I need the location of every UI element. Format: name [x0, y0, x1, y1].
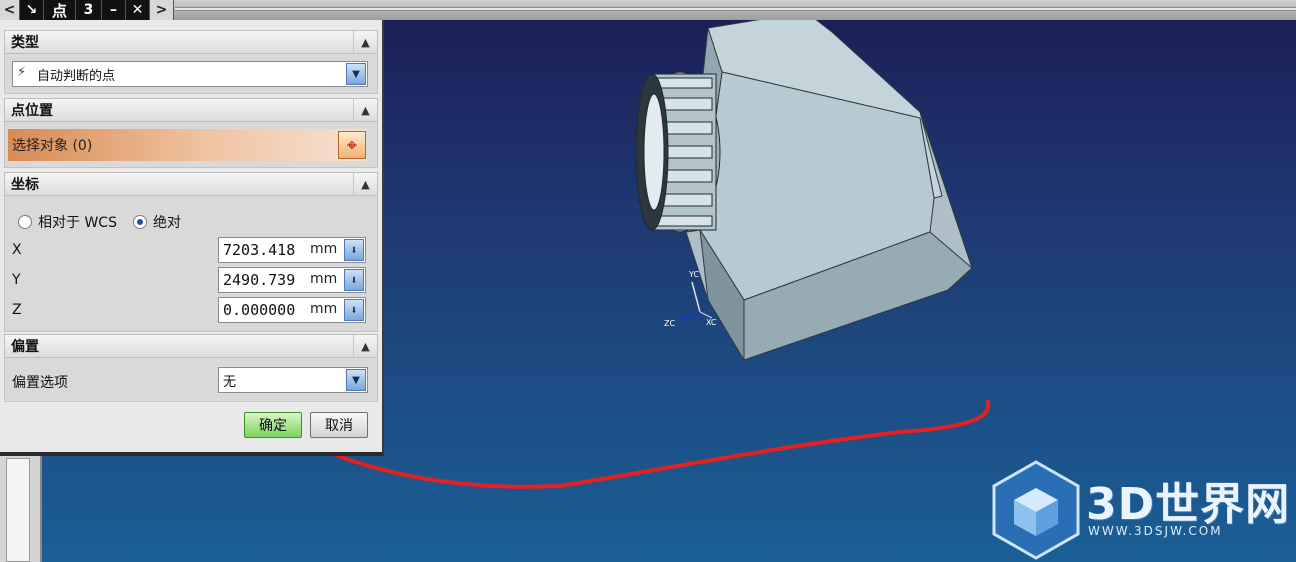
minimize-button[interactable]: –: [102, 0, 126, 20]
position-section-title: 点位置: [11, 103, 53, 119]
model-part[interactable]: [635, 11, 973, 362]
offset-section-title: 偏置: [11, 339, 39, 355]
x-label: X: [12, 242, 22, 258]
ok-button[interactable]: 确定: [244, 412, 302, 438]
radio-relative-wcs[interactable]: [18, 215, 32, 229]
collapse-icon[interactable]: ▲: [353, 173, 377, 195]
offset-option-value: 无: [223, 374, 237, 390]
top-title-strip: [0, 0, 1296, 20]
radio-absolute[interactable]: [133, 215, 147, 229]
y-value: 2490.739: [223, 271, 296, 289]
z-unit: mm: [310, 301, 338, 317]
select-object-label: 选择对象 (0): [12, 138, 93, 154]
type-dropdown-value: 自动判断的点: [37, 68, 116, 84]
close-button[interactable]: ✕: [126, 0, 150, 20]
x-menu-arrow-icon[interactable]: ⬇: [344, 239, 364, 261]
coords-section-header[interactable]: 坐标 ▲: [4, 172, 378, 196]
cancel-button[interactable]: 取消: [310, 412, 368, 438]
collapse-icon[interactable]: ▲: [353, 335, 377, 357]
type-dropdown[interactable]: ⚡ 自动判断的点 ▼: [12, 61, 368, 87]
collapse-icon[interactable]: ▲: [353, 31, 377, 53]
radio-absolute-label: 绝对: [153, 215, 181, 231]
axis-label-yc: YC: [688, 270, 699, 279]
coords-section-title: 坐标: [11, 177, 39, 193]
y-menu-arrow-icon[interactable]: ⬇: [344, 269, 364, 291]
x-unit: mm: [310, 241, 338, 257]
x-coordinate-input[interactable]: 7203.418 mm ⬇: [218, 237, 366, 263]
type-section-title: 类型: [11, 35, 39, 51]
axis-label-zc: ZC: [664, 319, 675, 328]
y-label: Y: [12, 272, 21, 288]
watermark-url: WWW.3DSJW.COM: [1088, 524, 1223, 538]
next-arrow-button[interactable]: >: [150, 0, 174, 20]
point-dialog: 类型 ▲ ⚡ 自动判断的点 ▼ 点位置 ▲ 选择对象 (0) ⌖ 坐标 ▲ 相对…: [0, 20, 384, 456]
point-constructor-icon[interactable]: ⌖: [338, 131, 366, 159]
axis-label-xc: XC: [706, 318, 717, 327]
collapse-icon[interactable]: ▲: [353, 99, 377, 121]
radio-relative-label: 相对于 WCS: [38, 215, 117, 231]
pin-icon[interactable]: ↘: [20, 0, 44, 20]
chevron-down-icon[interactable]: ▼: [346, 63, 366, 85]
offset-section-header[interactable]: 偏置 ▲: [4, 334, 378, 358]
x-value: 7203.418: [223, 241, 296, 259]
z-coordinate-input[interactable]: 0.000000 mm ⬇: [218, 297, 366, 323]
z-menu-arrow-icon[interactable]: ⬇: [344, 299, 364, 321]
dialog-title: 点: [44, 0, 76, 20]
y-unit: mm: [310, 271, 338, 287]
z-value: 0.000000: [223, 301, 296, 319]
offset-option-label: 偏置选项: [12, 375, 68, 391]
watermark-logo-icon: [992, 460, 1080, 560]
z-label: Z: [12, 302, 22, 318]
offset-option-dropdown[interactable]: 无 ▼: [218, 367, 368, 393]
position-section-header[interactable]: 点位置 ▲: [4, 98, 378, 122]
reset-icon[interactable]: 3: [76, 0, 102, 20]
y-coordinate-input[interactable]: 2490.739 mm ⬇: [218, 267, 366, 293]
left-dock: [0, 450, 42, 562]
type-section-header[interactable]: 类型 ▲: [4, 30, 378, 54]
watermark-logo-text: 3D世界网: [1086, 479, 1291, 530]
prev-arrow-button[interactable]: <: [0, 0, 20, 20]
select-object-field[interactable]: 选择对象 (0): [8, 129, 366, 161]
auto-point-icon: ⚡: [17, 65, 27, 80]
chevron-down-icon[interactable]: ▼: [346, 369, 366, 391]
